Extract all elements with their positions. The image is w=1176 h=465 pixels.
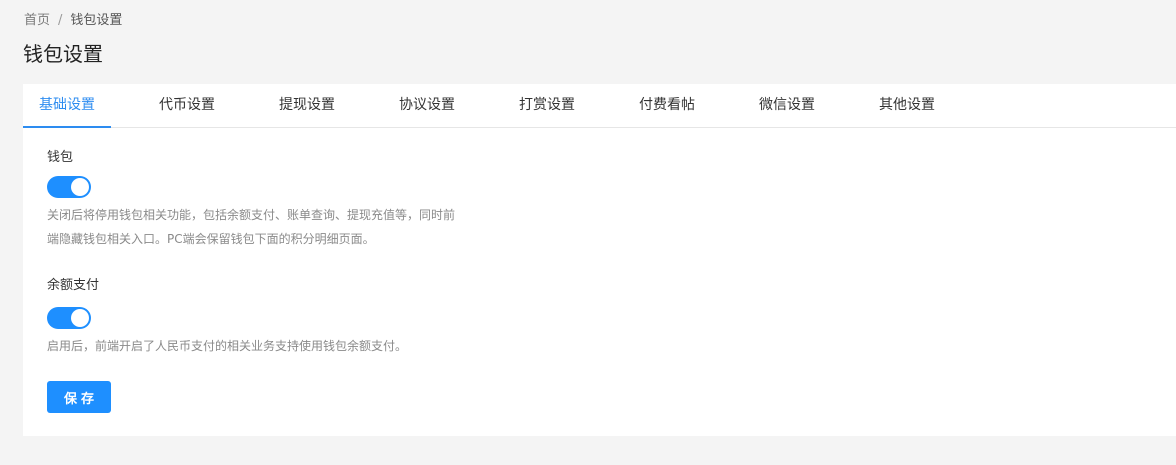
tab-wechat-settings[interactable]: 微信设置 — [759, 84, 815, 127]
breadcrumb-separator: / — [58, 13, 63, 28]
tab-reward-settings[interactable]: 打赏设置 — [519, 84, 575, 127]
switch-knob — [71, 309, 89, 327]
wallet-help-line-2: 端隐藏钱包相关入口。PC端会保留钱包下面的积分明细页面。 — [47, 232, 375, 246]
tab-other-settings[interactable]: 其他设置 — [879, 84, 935, 127]
balance-pay-help-text: 启用后，前端开启了人民币支付的相关业务支持使用钱包余额支付。 — [47, 339, 408, 353]
tab-withdraw-settings[interactable]: 提现设置 — [279, 84, 335, 127]
balance-pay-label: 余额支付 — [47, 278, 100, 293]
balance-pay-switch[interactable] — [47, 307, 91, 329]
tab-token-settings[interactable]: 代币设置 — [159, 84, 215, 127]
tab-bar: 基础设置 代币设置 提现设置 协议设置 打赏设置 付费看帖 微信设置 其他设置 — [23, 84, 1176, 128]
tab-basic-settings[interactable]: 基础设置 — [23, 84, 111, 128]
breadcrumb-home-link[interactable]: 首页 — [24, 13, 50, 28]
page-title: 钱包设置 — [23, 42, 103, 66]
wallet-switch[interactable] — [47, 176, 91, 198]
wallet-label: 钱包 — [47, 150, 74, 165]
breadcrumb-current: 钱包设置 — [70, 13, 123, 28]
save-button[interactable]: 保存 — [47, 381, 111, 413]
tab-paid-post[interactable]: 付费看帖 — [639, 84, 695, 127]
wallet-help-text: 关闭后将停用钱包相关功能，包括余额支付、账单查询、提现充值等，同时前 端隐藏钱包… — [47, 203, 455, 251]
wallet-help-line-1: 关闭后将停用钱包相关功能，包括余额支付、账单查询、提现充值等，同时前 — [47, 208, 456, 222]
settings-panel: 基础设置 代币设置 提现设置 协议设置 打赏设置 付费看帖 微信设置 其他设置 … — [23, 84, 1176, 436]
switch-knob — [71, 178, 89, 196]
breadcrumb: 首页 / 钱包设置 — [24, 13, 122, 29]
tab-agreement-settings[interactable]: 协议设置 — [399, 84, 455, 127]
